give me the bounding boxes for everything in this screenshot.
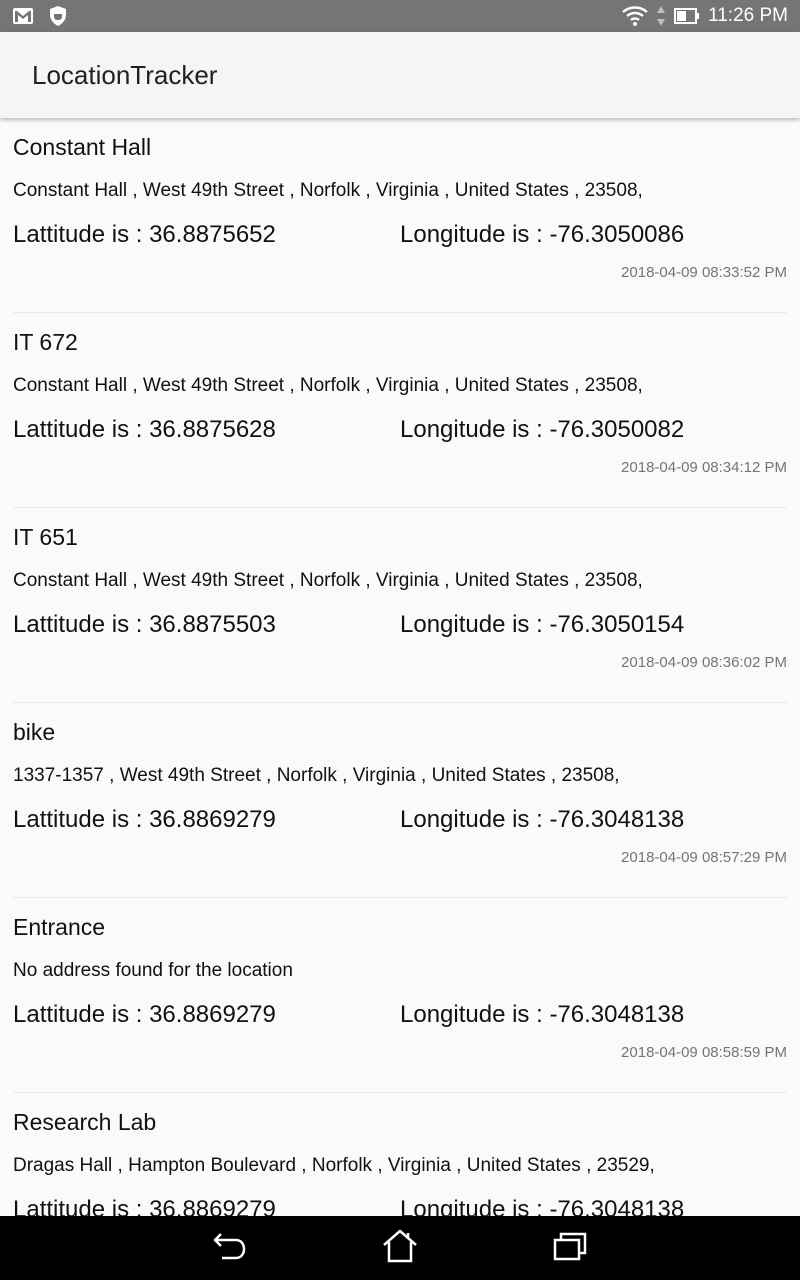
app-bar: LocationTracker bbox=[0, 32, 800, 118]
location-address: Dragas Hall , Hampton Boulevard , Norfol… bbox=[13, 1155, 655, 1176]
location-name: IT 672 bbox=[13, 329, 78, 355]
shield-icon bbox=[48, 5, 68, 27]
location-timestamp: 2018-04-09 08:33:52 PM bbox=[621, 264, 787, 281]
back-button[interactable] bbox=[200, 1223, 260, 1273]
location-entry[interactable]: Entrance No address found for the locati… bbox=[13, 898, 787, 1093]
location-longitude: Longitude is : -76.3050154 bbox=[400, 611, 685, 638]
location-longitude: Longitude is : -76.3048138 bbox=[400, 1196, 685, 1216]
location-latitude: Lattitude is : 36.8875503 bbox=[13, 611, 276, 638]
home-icon bbox=[381, 1228, 419, 1269]
battery-icon bbox=[674, 7, 700, 25]
status-bar: 11:26 PM bbox=[0, 0, 800, 32]
location-latitude: Lattitude is : 36.8869279 bbox=[13, 1196, 276, 1216]
recents-button[interactable] bbox=[540, 1223, 600, 1273]
location-address: 1337-1357 , West 49th Street , Norfolk ,… bbox=[13, 765, 620, 786]
location-latitude: Lattitude is : 36.8875628 bbox=[13, 416, 276, 443]
location-timestamp: 2018-04-09 08:34:12 PM bbox=[621, 459, 787, 476]
location-name: bike bbox=[13, 719, 56, 745]
location-longitude: Longitude is : -76.3048138 bbox=[400, 1001, 685, 1028]
location-timestamp: 2018-04-09 08:58:59 PM bbox=[621, 1044, 787, 1061]
gmail-icon bbox=[12, 7, 34, 25]
status-left bbox=[12, 5, 68, 27]
status-time: 11:26 PM bbox=[708, 5, 788, 26]
location-entry[interactable]: Research Lab Dragas Hall , Hampton Boule… bbox=[13, 1093, 787, 1216]
location-entry[interactable]: IT 672 Constant Hall , West 49th Street … bbox=[13, 313, 787, 508]
location-name: IT 651 bbox=[13, 524, 78, 550]
location-entry[interactable]: Constant Hall Constant Hall , West 49th … bbox=[13, 118, 787, 313]
recents-icon bbox=[552, 1230, 588, 1267]
location-address: Constant Hall , West 49th Street , Norfo… bbox=[13, 375, 643, 396]
back-icon bbox=[212, 1230, 248, 1267]
wifi-icon bbox=[622, 6, 648, 26]
location-name: Constant Hall bbox=[13, 134, 152, 160]
location-name: Entrance bbox=[13, 914, 106, 940]
location-latitude: Lattitude is : 36.8875652 bbox=[13, 221, 276, 248]
status-right: 11:26 PM bbox=[622, 5, 788, 27]
navigation-bar bbox=[0, 1216, 800, 1280]
app-title: LocationTracker bbox=[32, 59, 218, 90]
home-button[interactable] bbox=[370, 1223, 430, 1273]
location-entry[interactable]: bike 1337-1357 , West 49th Street , Norf… bbox=[13, 703, 787, 898]
location-name: Research Lab bbox=[13, 1109, 157, 1135]
location-timestamp: 2018-04-09 08:36:02 PM bbox=[621, 654, 787, 671]
location-address: Constant Hall , West 49th Street , Norfo… bbox=[13, 180, 643, 201]
location-address: No address found for the location bbox=[13, 960, 293, 981]
location-latitude: Lattitude is : 36.8869279 bbox=[13, 1001, 276, 1028]
location-list[interactable]: Constant Hall Constant Hall , West 49th … bbox=[0, 118, 800, 1216]
location-longitude: Longitude is : -76.3050082 bbox=[400, 416, 685, 443]
location-longitude: Longitude is : -76.3048138 bbox=[400, 806, 685, 833]
location-longitude: Longitude is : -76.3050086 bbox=[400, 221, 685, 248]
data-arrows-icon bbox=[656, 5, 666, 27]
location-latitude: Lattitude is : 36.8869279 bbox=[13, 806, 276, 833]
location-entry[interactable]: IT 651 Constant Hall , West 49th Street … bbox=[13, 508, 787, 703]
location-timestamp: 2018-04-09 08:57:29 PM bbox=[621, 849, 787, 866]
location-address: Constant Hall , West 49th Street , Norfo… bbox=[13, 570, 643, 591]
